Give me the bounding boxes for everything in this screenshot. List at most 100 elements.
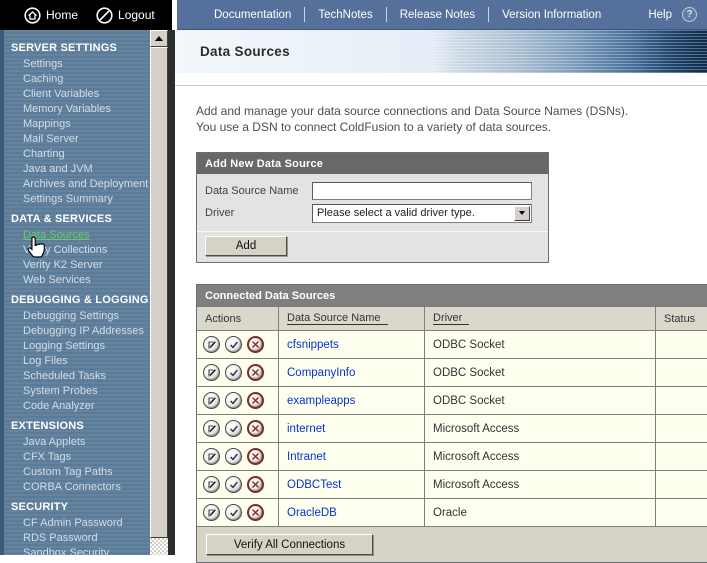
sidebar-item-java-and-jvm[interactable]: Java and JVM [4,162,148,177]
verify-icon[interactable] [225,476,242,493]
verify-icon[interactable] [225,448,242,465]
delete-icon[interactable] [247,364,264,381]
edit-icon[interactable] [203,336,220,353]
table-column-header-row: Actions Data Source Name Driver Status [197,306,707,330]
sidebar-item-caching[interactable]: Caching [4,72,148,87]
datasource-link[interactable]: ODBCTest [287,479,341,491]
data-source-name-input[interactable] [312,182,532,200]
table-row: cfsnippets ODBC Socket [197,330,707,358]
sidebar-item-client-variables[interactable]: Client Variables [4,87,148,102]
sidebar-scrollbar[interactable] [150,30,168,555]
delete-icon[interactable] [247,476,264,493]
datasource-link[interactable]: OracleDB [287,507,337,519]
driver-cell: ODBC Socket [425,359,656,386]
column-data-source-name[interactable]: Data Source Name [279,307,425,330]
datasource-link[interactable]: cfsnippets [287,339,339,351]
sidebar-section-extensions: EXTENSIONS [4,414,148,435]
sidebar-item-corba-connectors[interactable]: CORBA Connectors [4,480,148,495]
home-icon [24,7,41,24]
edit-icon[interactable] [203,476,220,493]
sidebar-item-memory-variables[interactable]: Memory Variables [4,102,148,117]
datasource-link[interactable]: exampleapps [287,395,355,407]
delete-icon[interactable] [247,448,264,465]
help-icon[interactable]: ? [682,7,697,22]
sidebar-item-rds-password[interactable]: RDS Password [4,531,148,546]
nav-help[interactable]: Help [635,9,676,21]
top-navigation-bar: Documentation TechNotes Release Notes Ve… [177,0,707,30]
sidebar-item-sandbox-security[interactable]: Sandbox Security [4,546,148,555]
delete-icon[interactable] [247,420,264,437]
add-button[interactable]: Add [205,236,287,256]
home-button[interactable]: Home [24,7,78,24]
edit-icon[interactable] [203,392,220,409]
verify-all-connections-button[interactable]: Verify All Connections [206,534,373,555]
verify-icon[interactable] [225,336,242,353]
scrollbar-track[interactable] [150,538,168,555]
sidebar-item-debugging-ip-addresses[interactable]: Debugging IP Addresses [4,324,148,339]
sidebar-section-data-services: DATA & SERVICES [4,207,148,228]
sidebar-item-system-probes[interactable]: System Probes [4,384,148,399]
sidebar-item-settings-summary[interactable]: Settings Summary [4,192,148,207]
verify-icon[interactable] [225,504,242,521]
table-row: Intranet Microsoft Access [197,442,707,470]
scroll-up-button[interactable] [150,30,168,47]
verify-icon[interactable] [225,420,242,437]
sidebar-item-mail-server[interactable]: Mail Server [4,132,148,147]
nav-documentation[interactable]: Documentation [201,9,304,21]
delete-icon[interactable] [247,336,264,353]
data-source-name-label: Data Source Name [205,185,312,197]
table-row: CompanyInfo ODBC Socket [197,358,707,386]
datasource-link[interactable]: Intranet [287,451,326,463]
verify-icon[interactable] [225,392,242,409]
edit-icon[interactable] [203,504,220,521]
status-cell [656,387,707,414]
sidebar-item-verity-k2-server[interactable]: Verity K2 Server [4,258,148,273]
sidebar-item-mappings[interactable]: Mappings [4,117,148,132]
sidebar-item-custom-tag-paths[interactable]: Custom Tag Paths [4,465,148,480]
arrow-up-icon [155,36,163,41]
sidebar-item-web-services[interactable]: Web Services [4,273,148,288]
column-driver[interactable]: Driver [425,307,656,330]
logout-button[interactable]: Logout [96,7,155,24]
verify-icon[interactable] [225,364,242,381]
sidebar-section-debugging-logging: DEBUGGING & LOGGING [4,288,148,309]
scrollbar-thumb[interactable] [150,47,168,538]
datasource-link[interactable]: internet [287,423,325,435]
edit-icon[interactable] [203,420,220,437]
edit-icon[interactable] [203,448,220,465]
sidebar-item-data-sources[interactable]: Data Sources [4,228,148,243]
intro-line-1: Add and manage your data source connecti… [196,103,707,119]
nav-version-information[interactable]: Version Information [489,9,614,21]
page-title-bar: Data Sources [175,30,707,73]
edit-icon[interactable] [203,364,220,381]
sidebar-item-charting[interactable]: Charting [4,147,148,162]
sidebar-item-verity-collections[interactable]: Verity Collections [4,243,148,258]
datasource-link[interactable]: CompanyInfo [287,367,355,379]
status-cell [656,359,707,386]
sidebar-item-cfx-tags[interactable]: CFX Tags [4,450,148,465]
driver-cell: ODBC Socket [425,387,656,414]
table-row: exampleapps ODBC Socket [197,386,707,414]
sidebar-item-scheduled-tasks[interactable]: Scheduled Tasks [4,369,148,384]
driver-label: Driver [205,207,312,219]
delete-icon[interactable] [247,504,264,521]
sidebar-item-logging-settings[interactable]: Logging Settings [4,339,148,354]
sidebar-item-settings[interactable]: Settings [4,57,148,72]
nav-technotes[interactable]: TechNotes [305,9,385,21]
status-cell [656,415,707,442]
sidebar-item-archives-and-deployment[interactable]: Archives and Deployment [4,177,148,192]
sidebar-item-debugging-settings[interactable]: Debugging Settings [4,309,148,324]
status-cell [656,471,707,498]
page-title: Data Sources [175,44,290,59]
logout-label: Logout [118,8,155,22]
title-stripes-decoration [430,30,707,73]
sidebar-item-code-analyzer[interactable]: Code Analyzer [4,399,148,414]
driver-select[interactable]: Please select a valid driver type. [312,204,532,223]
delete-icon[interactable] [247,392,264,409]
table-row: internet Microsoft Access [197,414,707,442]
dropdown-button[interactable] [514,206,530,221]
nav-release-notes[interactable]: Release Notes [387,9,488,21]
sidebar-item-log-files[interactable]: Log Files [4,354,148,369]
sidebar-item-java-applets[interactable]: Java Applets [4,435,148,450]
sidebar-item-cf-admin-password[interactable]: CF Admin Password [4,516,148,531]
